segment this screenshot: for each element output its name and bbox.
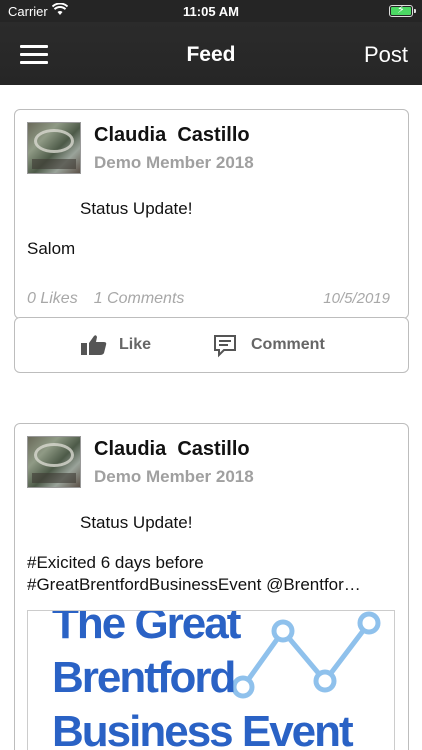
- comment-icon: [213, 335, 237, 362]
- status-bar: Carrier 11:05 AM ⚡: [0, 0, 422, 22]
- battery-icon: ⚡: [389, 4, 416, 17]
- post-button[interactable]: Post: [364, 42, 408, 68]
- likes-count[interactable]: 0 Likes: [27, 290, 78, 307]
- author-name[interactable]: Claudia Castillo: [94, 438, 250, 461]
- post-type-label: Status Update!: [80, 199, 193, 218]
- post-body-line: #GreatBrentfordBusinessEvent @Brentfor…: [27, 575, 361, 594]
- image-text-line: Business Event: [52, 707, 354, 750]
- post-card: Claudia Castillo Demo Member 2018 Status…: [14, 109, 409, 319]
- post-stats: 0 Likes 1 Comments: [27, 290, 184, 308]
- post-body: Salom: [27, 239, 76, 258]
- post-type-label: Status Update!: [80, 513, 193, 532]
- post-body-line: #Exicited 6 days before: [27, 553, 204, 572]
- image-text-line: The Great: [52, 610, 241, 648]
- feed-list[interactable]: Claudia Castillo Demo Member 2018 Status…: [0, 85, 422, 750]
- comment-label: Comment: [251, 336, 325, 353]
- avatar[interactable]: [27, 436, 81, 488]
- post-date: 10/5/2019: [323, 290, 390, 307]
- author-name[interactable]: Claudia Castillo: [94, 124, 250, 147]
- post-actions: Like Comment: [14, 317, 409, 373]
- post-body: #Exicited 6 days before #GreatBrentfordB…: [27, 552, 397, 596]
- thumbs-up-icon: [81, 335, 107, 360]
- member-label: Demo Member 2018: [94, 467, 254, 486]
- like-button[interactable]: Like: [81, 334, 151, 361]
- like-label: Like: [119, 336, 152, 353]
- post-card: Claudia Castillo Demo Member 2018 Status…: [14, 423, 409, 750]
- status-time: 11:05 AM: [183, 4, 239, 19]
- comment-button[interactable]: Comment: [213, 334, 325, 363]
- event-image[interactable]: The Great Brentford Business Event: [27, 610, 395, 750]
- navigation-bar: Feed Post: [0, 22, 422, 85]
- comments-count[interactable]: 1 Comments: [94, 290, 185, 307]
- page-title: Feed: [186, 43, 236, 66]
- member-label: Demo Member 2018: [94, 153, 254, 172]
- image-text-line: Brentford: [52, 653, 236, 702]
- avatar[interactable]: [27, 122, 81, 174]
